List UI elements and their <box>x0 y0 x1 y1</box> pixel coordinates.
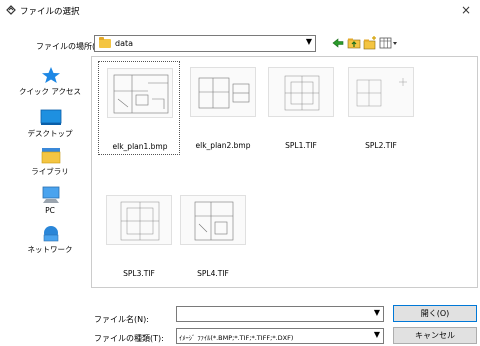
place-label: クイック アクセス <box>18 87 81 96</box>
filetype-label: ファイルの種類(T): <box>94 334 164 343</box>
file-thumbnail <box>190 67 256 117</box>
star-icon <box>40 66 62 84</box>
file-name: elk_plan2.bmp <box>195 141 251 150</box>
pc-icon <box>40 186 62 204</box>
filename-input[interactable]: ▼ <box>176 306 384 322</box>
location-dropdown[interactable]: data ▼ <box>94 35 316 52</box>
file-item[interactable]: SPL1.TIF <box>260 61 342 155</box>
chevron-down-icon[interactable]: ▼ <box>306 37 312 46</box>
library-icon <box>40 146 62 164</box>
place-quick-access[interactable]: クイック アクセス <box>12 62 88 102</box>
filetype-dropdown[interactable]: ｲﾒｰｼﾞ ﾌｧｲﾙ(*.BMP;*.TIF;*.TIFF;*.DXF) ▼ <box>176 328 384 344</box>
close-button[interactable]: × <box>456 2 476 19</box>
view-menu-icon[interactable] <box>378 35 400 51</box>
file-item[interactable]: elk_plan1.bmp <box>98 61 180 155</box>
chevron-down-icon[interactable]: ▼ <box>374 308 380 317</box>
chevron-down-icon[interactable]: ▼ <box>374 330 380 339</box>
network-icon <box>40 224 62 242</box>
place-label: デスクトップ <box>27 129 73 138</box>
file-name: SPL2.TIF <box>365 141 397 150</box>
file-name: elk_plan1.bmp <box>112 142 168 151</box>
file-item[interactable]: SPL2.TIF <box>340 61 422 155</box>
file-item[interactable]: SPL3.TIF <box>98 189 180 283</box>
app-icon <box>6 5 16 15</box>
place-label: ライブラリ <box>31 167 69 176</box>
open-button[interactable]: 開く(O) <box>393 305 477 322</box>
file-name: SPL1.TIF <box>285 141 317 150</box>
filename-label: ファイル名(N): <box>94 315 149 324</box>
file-list[interactable]: elk_plan1.bmp elk_plan2.bmp SPL1.TIF SPL… <box>91 56 478 288</box>
new-folder-icon[interactable] <box>362 35 378 51</box>
back-arrow-icon[interactable] <box>330 35 346 51</box>
file-thumbnail <box>106 195 172 245</box>
desktop-icon <box>40 108 62 126</box>
place-library[interactable]: ライブラリ <box>12 142 88 182</box>
location-value: data <box>115 39 134 48</box>
file-thumbnail <box>348 67 414 117</box>
place-desktop[interactable]: デスクトップ <box>12 104 88 144</box>
up-folder-icon[interactable] <box>346 35 362 51</box>
file-item[interactable]: elk_plan2.bmp <box>182 61 264 155</box>
place-network[interactable]: ネットワーク <box>12 220 88 260</box>
places-bar: クイック アクセス デスクトップ ライブラリ PC ネットワーク <box>12 56 88 286</box>
place-pc[interactable]: PC <box>12 182 88 222</box>
window-title: ファイルの選択 <box>20 7 80 17</box>
file-name: SPL3.TIF <box>123 269 155 278</box>
file-name: SPL4.TIF <box>197 269 229 278</box>
filetype-value: ｲﾒｰｼﾞ ﾌｧｲﾙ(*.BMP;*.TIF;*.TIFF;*.DXF) <box>179 334 294 342</box>
file-item[interactable]: SPL4.TIF <box>172 189 254 283</box>
file-thumbnail <box>180 195 246 245</box>
title-bar: ファイルの選択 × <box>0 0 480 21</box>
cancel-button[interactable]: キャンセル <box>393 327 477 344</box>
place-label: ネットワーク <box>27 245 73 254</box>
file-thumbnail <box>268 67 334 117</box>
file-thumbnail <box>107 68 173 118</box>
place-label: PC <box>45 206 55 215</box>
folder-icon <box>99 37 111 48</box>
